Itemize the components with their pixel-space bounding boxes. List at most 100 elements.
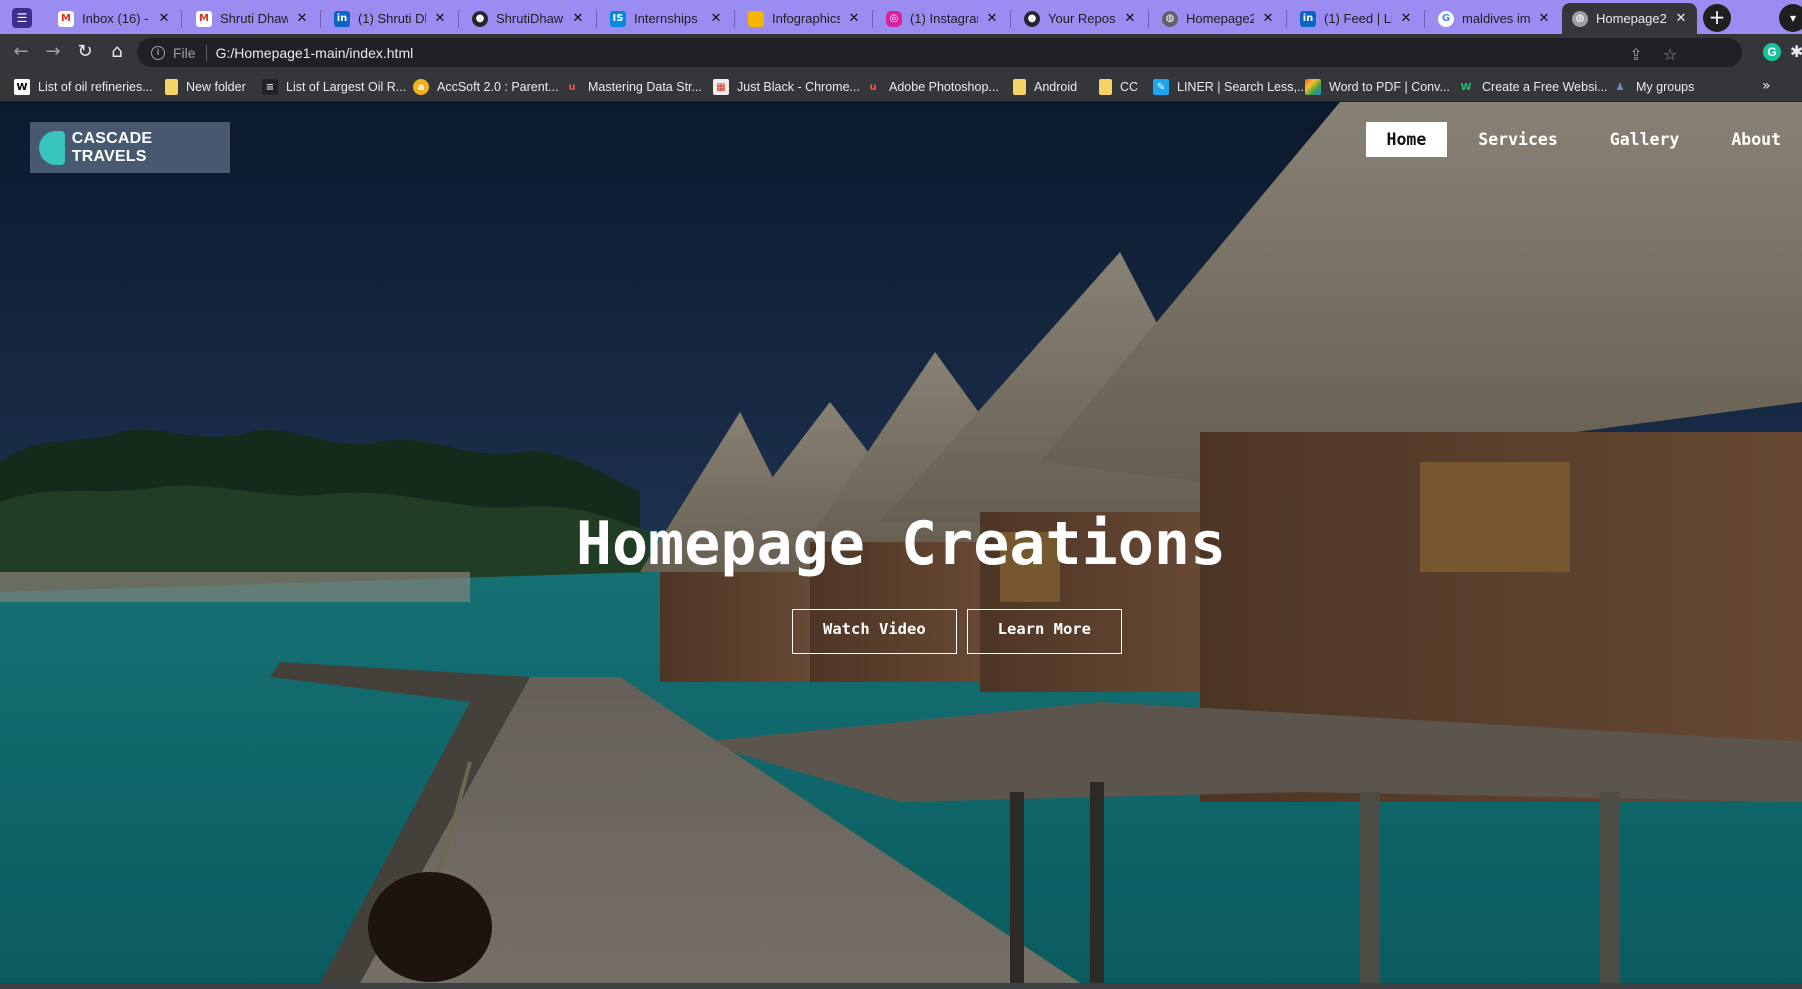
tab-title: (1) Shruti Dha	[358, 11, 426, 26]
groups-icon: ♟	[1615, 81, 1625, 93]
close-icon[interactable]: ✕	[1398, 11, 1414, 27]
close-icon[interactable]: ✕	[846, 11, 862, 27]
bookmark-label: Word to PDF | Conv...	[1329, 80, 1450, 94]
close-icon[interactable]: ✕	[984, 11, 1000, 27]
bookmark-item[interactable]: New folder	[165, 77, 246, 97]
url-text[interactable]: G:/Homepage1-main/index.html	[216, 45, 414, 61]
tab-github-profile[interactable]: ● ShrutiDhawle ✕	[462, 3, 594, 34]
tab-homepage2[interactable]: ◍ Homepage2 ✕	[1152, 3, 1284, 34]
tab-linkedin-feed[interactable]: in (1) Feed | Link ✕	[1290, 3, 1422, 34]
tab-list-icon[interactable]: ▾	[1779, 4, 1802, 32]
learn-more-button[interactable]: Learn More	[966, 609, 1122, 654]
bookmark-item[interactable]: a AccSoft 2.0 : Parent...	[413, 77, 559, 97]
bookmark-item[interactable]: ≡ List of Largest Oil R...	[262, 77, 406, 97]
omnibox-divider	[205, 44, 207, 61]
bookmark-item[interactable]: CC	[1099, 77, 1138, 97]
close-icon[interactable]: ✕	[432, 11, 448, 27]
close-icon[interactable]: ✕	[708, 11, 724, 27]
forward-icon[interactable]: →	[42, 41, 64, 63]
google-icon: G	[1438, 10, 1454, 27]
linkedin-icon: in	[1300, 10, 1316, 27]
tab-title: ShrutiDhawle	[496, 11, 564, 26]
tab-separator	[1424, 10, 1425, 28]
tab-title: Inbox (16) - ru	[82, 11, 150, 26]
tab-maldives-images[interactable]: G maldives ima ✕	[1428, 3, 1560, 34]
bookmark-item[interactable]: Android	[1013, 77, 1077, 97]
bookmark-item[interactable]: ▦ Just Black - Chrome...	[713, 77, 860, 97]
tab-title: Infographics C	[772, 11, 840, 26]
instagram-icon: ◎	[886, 10, 902, 27]
close-icon[interactable]: ✕	[570, 11, 586, 27]
bookmark-label: Just Black - Chrome...	[737, 80, 860, 94]
reload-icon[interactable]: ↻	[74, 41, 96, 63]
tab-strip: ☰ M Inbox (16) - ru ✕ M Shruti Dhawle ✕ …	[0, 0, 1802, 34]
tab-title: Your Reposito	[1048, 11, 1116, 26]
close-icon[interactable]: ✕	[294, 11, 310, 27]
tab-separator	[1286, 10, 1287, 28]
nav-home[interactable]: Home	[1365, 122, 1448, 157]
home-icon[interactable]: ⌂	[106, 41, 128, 63]
new-tab-button[interactable]: +	[1703, 4, 1731, 32]
tab-internships[interactable]: IS Internships | S ✕	[600, 3, 732, 34]
bookmark-item[interactable]: ♟ My groups	[1612, 77, 1695, 97]
close-icon[interactable]: ✕	[156, 11, 172, 27]
bookmark-item[interactable]: u Mastering Data Str...	[564, 77, 702, 97]
grammarly-extension-icon[interactable]: G	[1763, 43, 1781, 61]
bookmark-label: Android	[1034, 80, 1078, 94]
chrome-store-icon: ▦	[713, 79, 729, 95]
bookmarks-overflow-icon[interactable]: »	[1762, 78, 1771, 94]
tab-separator	[734, 10, 735, 28]
tab-instagram[interactable]: ◎ (1) Instagram ✕	[876, 3, 1008, 34]
nav-about[interactable]: About	[1710, 122, 1802, 157]
tab-separator	[181, 10, 182, 28]
url-scheme-label: File	[173, 44, 196, 61]
tab-title: Shruti Dhawle	[220, 11, 288, 26]
watch-video-button[interactable]: Watch Video	[792, 609, 957, 654]
logo-mark-icon	[39, 130, 65, 165]
site-logo[interactable]: CASCADE TRAVELS	[30, 122, 230, 173]
tab-homepage2-active[interactable]: ◍ Homepage2 ✕	[1562, 3, 1697, 34]
bookmark-item[interactable]: u Adobe Photoshop...	[865, 77, 998, 97]
accsoft-icon: a	[413, 79, 429, 95]
back-icon[interactable]: ←	[10, 41, 32, 63]
nav-services[interactable]: Services	[1457, 122, 1578, 157]
bookmark-item[interactable]: W Create a Free Websi...	[1458, 77, 1607, 97]
bookmark-label: AccSoft 2.0 : Parent...	[437, 80, 559, 94]
close-icon[interactable]: ✕	[1673, 11, 1689, 27]
hero-title: Homepage Creations	[575, 509, 1227, 579]
bookmark-label: CC	[1120, 80, 1139, 94]
tab-inbox[interactable]: M Inbox (16) - ru ✕	[48, 3, 180, 34]
github-icon: ●	[1024, 10, 1040, 27]
tab-separator	[596, 10, 597, 28]
window-bottom-edge	[0, 983, 1802, 989]
close-icon[interactable]: ✕	[1122, 11, 1138, 27]
liner-icon: ✎	[1153, 79, 1169, 95]
folder-icon	[165, 79, 178, 95]
tab-shruti-gmail[interactable]: M Shruti Dhawle ✕	[186, 3, 318, 34]
folder-icon	[1099, 79, 1112, 95]
tab-separator	[1148, 10, 1149, 28]
close-icon[interactable]: ✕	[1260, 11, 1276, 27]
tab-title: maldives ima	[1462, 11, 1530, 26]
share-icon[interactable]: ⇪	[1626, 45, 1646, 65]
logo-text: CASCADE TRAVELS	[71, 129, 153, 165]
tab-search-icon[interactable]: ☰	[12, 8, 32, 28]
site-info-icon[interactable]: i	[151, 45, 165, 60]
bookmark-label: List of oil refineries...	[38, 80, 153, 94]
udemy-icon: u	[568, 81, 576, 93]
tab-title: (1) Feed | Link	[1324, 11, 1392, 26]
tab-repositories[interactable]: ● Your Reposito ✕	[1014, 3, 1146, 34]
bookmark-star-icon[interactable]: ☆	[1660, 45, 1680, 65]
bookmark-item[interactable]: ✎ LINER | Search Less,...	[1153, 77, 1307, 97]
nav-gallery[interactable]: Gallery	[1589, 122, 1701, 157]
bookmark-item[interactable]: W List of oil refineries...	[14, 77, 153, 97]
tab-linkedin-profile[interactable]: in (1) Shruti Dha ✕	[324, 3, 456, 34]
close-icon[interactable]: ✕	[1536, 11, 1552, 27]
bookmark-label: My groups	[1636, 80, 1695, 94]
address-bar[interactable]: i File G:/Homepage1-main/index.html ⇪ ☆	[137, 38, 1742, 67]
tab-infographics[interactable]: Infographics C ✕	[738, 3, 870, 34]
bookmark-item[interactable]: Word to PDF | Conv...	[1305, 77, 1450, 97]
wikipedia-icon: W	[14, 79, 30, 95]
extensions-icon[interactable]: ✱	[1790, 42, 1802, 61]
ilovepdf-icon	[1305, 79, 1321, 95]
